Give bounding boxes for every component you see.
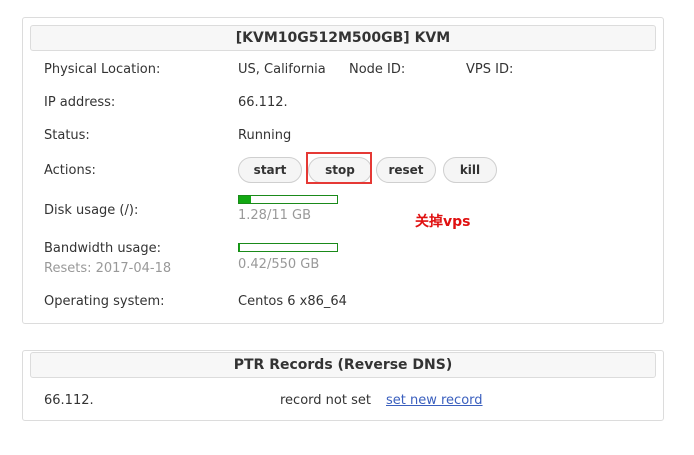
physical-location-label: Physical Location: bbox=[44, 62, 161, 77]
bandwidth-usage-label: Bandwidth usage: bbox=[44, 241, 161, 256]
ptr-status: record not set bbox=[280, 393, 371, 408]
ip-address-label: IP address: bbox=[44, 95, 116, 110]
vps-id-label: VPS ID: bbox=[466, 62, 514, 77]
set-new-record-link[interactable]: set new record bbox=[386, 393, 483, 408]
ptr-title: PTR Records (Reverse DNS) bbox=[30, 352, 656, 378]
bandwidth-usage-bar bbox=[238, 243, 338, 252]
node-id-label: Node ID: bbox=[349, 62, 406, 77]
actions-label: Actions: bbox=[44, 163, 96, 178]
server-info-panel: [KVM10G512M500GB] KVM Physical Location:… bbox=[22, 17, 664, 324]
ip-address-value: 66.112. bbox=[238, 95, 288, 110]
annotation-text: 关掉vps bbox=[415, 214, 471, 230]
physical-location-value: US, California bbox=[238, 62, 326, 77]
stop-highlight-box bbox=[306, 152, 372, 184]
kill-button[interactable]: kill bbox=[443, 157, 497, 183]
bandwidth-resets-text: Resets: 2017-04-18 bbox=[44, 261, 172, 276]
ptr-records-panel: PTR Records (Reverse DNS) 66.112. record… bbox=[22, 350, 664, 421]
os-label: Operating system: bbox=[44, 294, 165, 309]
os-value: Centos 6 x86_64 bbox=[238, 294, 347, 309]
reset-button[interactable]: reset bbox=[376, 157, 436, 183]
start-button[interactable]: start bbox=[238, 157, 302, 183]
disk-usage-bar bbox=[238, 195, 338, 204]
ptr-ip: 66.112. bbox=[44, 393, 94, 408]
disk-usage-fill bbox=[239, 196, 251, 203]
status-label: Status: bbox=[44, 128, 90, 143]
bandwidth-usage-value: 0.42/550 GB bbox=[238, 257, 320, 272]
disk-usage-label: Disk usage (/): bbox=[44, 203, 139, 218]
disk-usage-value: 1.28/11 GB bbox=[238, 208, 311, 223]
status-value: Running bbox=[238, 128, 292, 143]
server-title: [KVM10G512M500GB] KVM bbox=[30, 25, 656, 51]
